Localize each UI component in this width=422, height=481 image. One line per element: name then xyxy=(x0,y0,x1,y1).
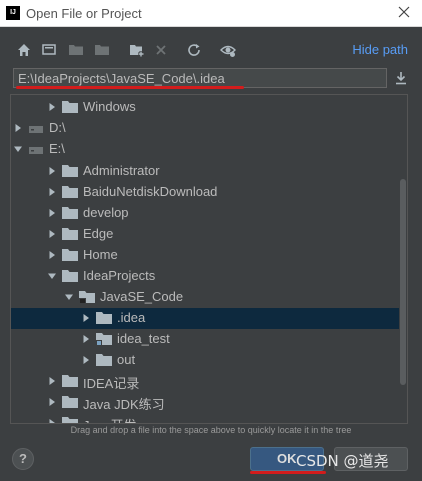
chevron-right-icon[interactable] xyxy=(47,187,57,197)
path-field[interactable] xyxy=(13,68,387,88)
tree-row-label: develop xyxy=(83,205,129,220)
tree-row-label: .idea xyxy=(117,310,146,325)
folder-icon xyxy=(62,228,78,240)
chevron-right-icon[interactable] xyxy=(47,376,57,386)
folder-icon xyxy=(62,417,78,423)
csdn-watermark: CSDN @道尧 xyxy=(296,452,389,470)
project-folder-icon xyxy=(79,291,95,304)
close-icon[interactable] xyxy=(396,4,412,20)
tree-row-label: Home xyxy=(83,247,118,262)
tree-row[interactable]: Edge xyxy=(11,224,399,245)
tree-row[interactable]: develop xyxy=(11,203,399,224)
folder-icon xyxy=(96,354,112,366)
tree-row[interactable]: idea_test xyxy=(11,329,399,350)
refresh-icon[interactable] xyxy=(186,42,202,58)
path-input[interactable] xyxy=(18,70,378,86)
chevron-right-icon[interactable] xyxy=(47,418,57,424)
delete-icon[interactable] xyxy=(153,42,169,58)
chevron-right-icon[interactable] xyxy=(47,166,57,176)
show-hidden-icon[interactable] xyxy=(220,42,236,58)
tree-row-label: idea_test xyxy=(117,331,170,346)
chevron-right-icon[interactable] xyxy=(81,334,91,344)
drive-icon xyxy=(29,126,43,133)
chevron-right-icon[interactable] xyxy=(81,355,91,365)
open-file-dialog: IJ Open File or Project Hide path E:\Ide… xyxy=(0,0,422,481)
tree-row[interactable]: D:\ xyxy=(11,118,399,139)
tree-row[interactable]: BaiduNetdiskDownload xyxy=(11,182,399,203)
chevron-right-icon[interactable] xyxy=(13,123,23,133)
module-folder-icon[interactable] xyxy=(94,42,110,58)
tree-row[interactable]: Home xyxy=(11,245,399,266)
chevron-down-icon[interactable] xyxy=(64,292,74,302)
folder-icon xyxy=(62,101,78,113)
folder-icon xyxy=(62,249,78,261)
chevron-right-icon[interactable] xyxy=(47,229,57,239)
file-tree[interactable]: Windows D:\ E:\ Administrator BaiduNetdiskDo… xyxy=(10,94,408,424)
tree-row[interactable]: out xyxy=(11,350,399,371)
folder-icon xyxy=(62,186,78,198)
drive-icon xyxy=(29,147,43,154)
intellij-app-icon: IJ xyxy=(6,6,20,20)
folder-icon xyxy=(62,375,78,387)
project-folder-icon[interactable] xyxy=(68,42,84,58)
tree-row-label: IdeaProjects xyxy=(83,268,156,283)
tree-row[interactable]: .idea xyxy=(11,308,399,329)
tree-row-label: Edge xyxy=(83,226,114,241)
chevron-right-icon[interactable] xyxy=(47,208,57,218)
folder-icon xyxy=(96,333,112,346)
desktop-icon[interactable] xyxy=(41,42,57,58)
tree-row-label: E:\ xyxy=(49,141,65,156)
download-icon[interactable] xyxy=(393,70,409,86)
home-icon[interactable] xyxy=(16,42,32,58)
chevron-right-icon[interactable] xyxy=(47,102,57,112)
chevron-right-icon[interactable] xyxy=(81,313,91,323)
chevron-down-icon[interactable] xyxy=(47,271,57,281)
help-button[interactable]: ? xyxy=(12,448,34,470)
tree-row[interactable]: IdeaProjects xyxy=(11,266,399,287)
ok-annotation-underline xyxy=(250,471,326,474)
window-title: Open File or Project xyxy=(26,5,142,21)
folder-icon xyxy=(62,165,78,177)
tree-row[interactable]: Java JDK练习 xyxy=(11,392,399,413)
tree-row-label: IDEA记录 xyxy=(83,376,140,391)
chevron-right-icon[interactable] xyxy=(47,397,57,407)
hide-path-link[interactable]: Hide path xyxy=(352,42,408,57)
tree-row[interactable]: Administrator xyxy=(11,161,399,182)
title-bar: IJ Open File or Project xyxy=(0,0,422,27)
tree-scrollbar[interactable] xyxy=(400,179,406,385)
tree-row[interactable]: JavaSE_Code xyxy=(11,287,399,308)
new-folder-icon[interactable] xyxy=(129,42,145,58)
tree-row[interactable]: Java开发 xyxy=(11,413,399,424)
tree-row[interactable]: Windows xyxy=(11,97,399,118)
chevron-right-icon[interactable] xyxy=(47,250,57,260)
tree-row-label: Windows xyxy=(83,99,136,114)
folder-icon xyxy=(62,270,78,282)
folder-icon xyxy=(62,396,78,408)
folder-icon xyxy=(96,312,112,324)
tree-row-label: JavaSE_Code xyxy=(100,289,184,304)
tree-row-label: out xyxy=(117,352,136,367)
tree-row-label: Java开发 xyxy=(83,415,136,423)
chevron-down-icon[interactable] xyxy=(13,144,23,154)
tree-row-label: Java JDK练习 xyxy=(83,397,165,412)
tree-row-label: D:\ xyxy=(49,120,66,135)
tree-row-label: BaiduNetdiskDownload xyxy=(83,184,218,199)
path-annotation-underline xyxy=(16,86,244,89)
tree-row[interactable]: IDEA记录 xyxy=(11,371,399,392)
drag-drop-hint: Drag and drop a file into the space abov… xyxy=(70,425,352,435)
tree-row-label: Administrator xyxy=(83,163,160,178)
tree-row[interactable]: E:\ xyxy=(11,139,399,160)
folder-icon xyxy=(62,207,78,219)
